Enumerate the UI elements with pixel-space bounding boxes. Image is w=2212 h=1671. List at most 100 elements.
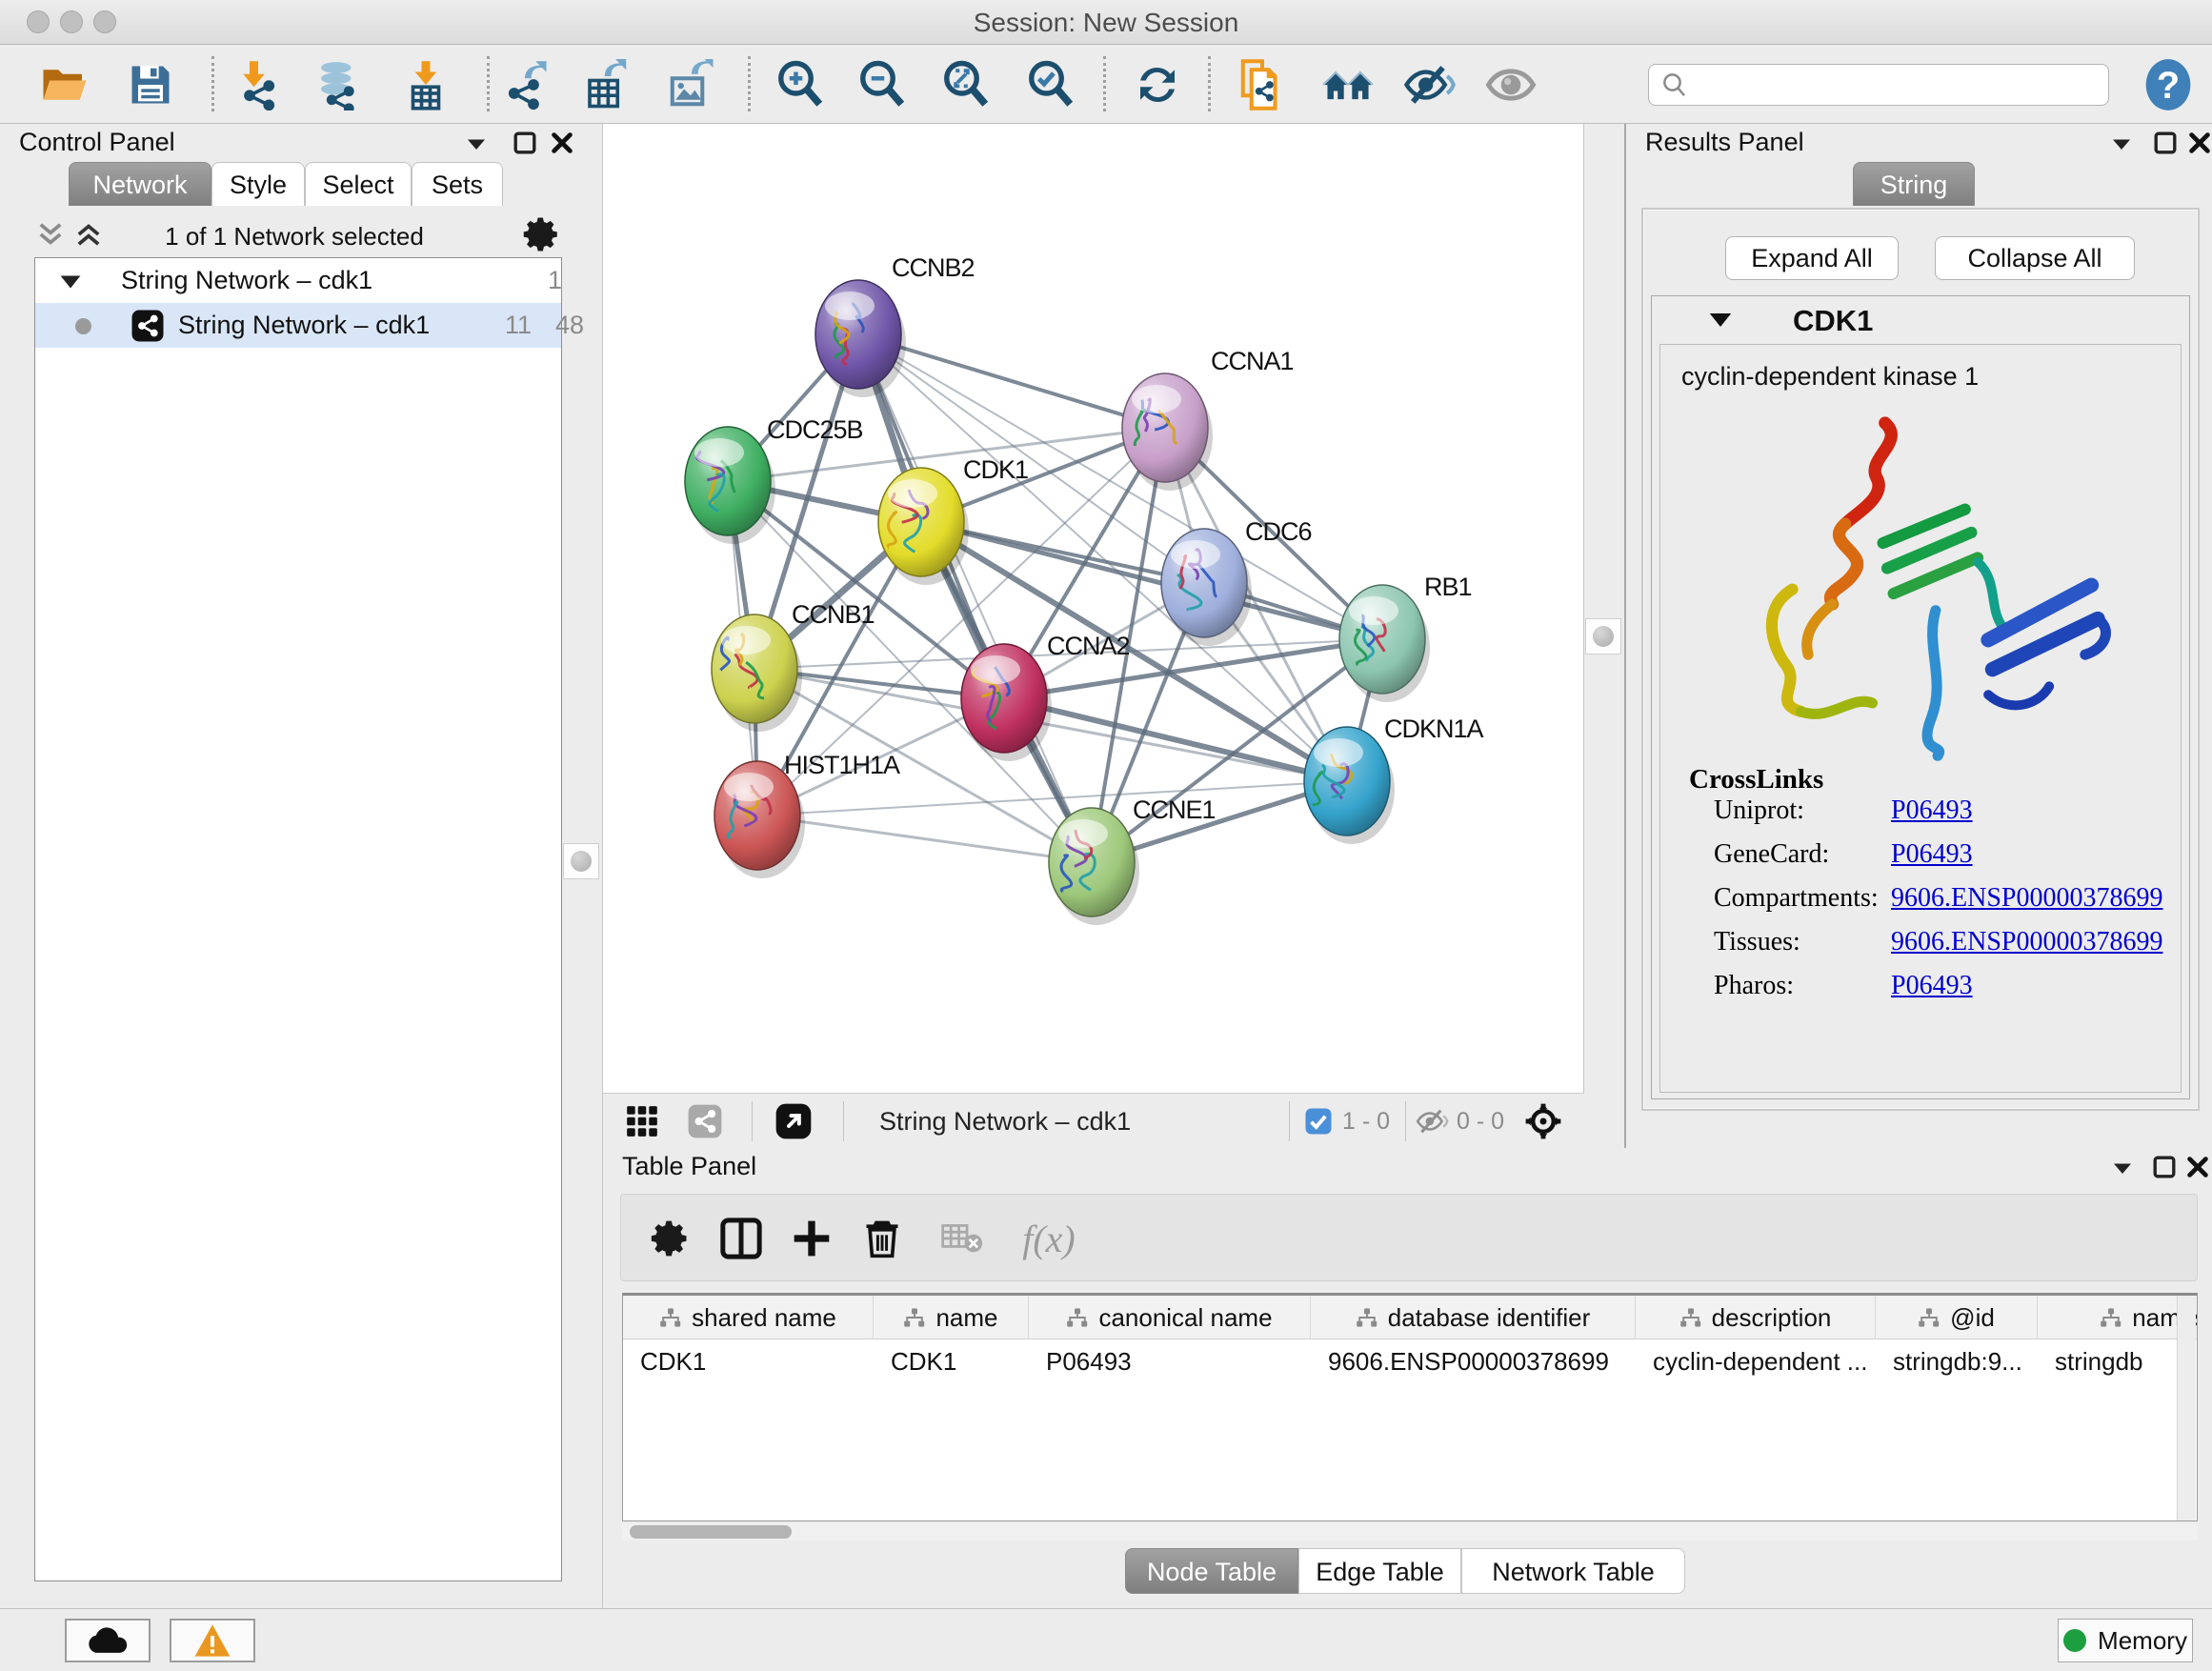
crosslink-link[interactable]: 9606.ENSP00000378699 xyxy=(1891,883,2162,914)
float-panel-icon[interactable] xyxy=(512,130,538,161)
clone-network-button[interactable] xyxy=(1236,58,1289,111)
edge-CCNB2-CCNE1[interactable] xyxy=(858,334,1092,862)
tab-network[interactable]: Network xyxy=(69,162,211,206)
import-table-button[interactable] xyxy=(399,58,452,111)
table-cell[interactable]: P06493 xyxy=(1046,1347,1132,1377)
expand-all-button[interactable]: Expand All xyxy=(1725,236,1899,280)
export-image-button[interactable] xyxy=(665,58,718,111)
node-CCNB1[interactable]: CCNB1 xyxy=(712,600,875,732)
node-CCNA2[interactable]: CCNA2 xyxy=(961,632,1130,761)
column-header-canonical-name[interactable]: canonical name xyxy=(1029,1296,1311,1339)
node-CDKN1A[interactable]: CDKN1A xyxy=(1304,715,1484,844)
node-HIST1H1A[interactable]: HIST1H1A xyxy=(714,751,900,878)
node-CCNE1[interactable]: CCNE1 xyxy=(1049,795,1216,925)
show-columns-button[interactable] xyxy=(714,1212,768,1265)
panel-menu-icon[interactable] xyxy=(2107,130,2136,163)
save-session-button[interactable] xyxy=(124,58,177,111)
table-cell[interactable]: cyclin-dependent ... xyxy=(1653,1347,1867,1377)
fit-selected-crosshair-button[interactable] xyxy=(1523,1101,1563,1146)
import-network-database-button[interactable] xyxy=(312,58,365,111)
table-horizontal-scrollbar[interactable] xyxy=(622,1523,2198,1540)
crosslink-link[interactable]: 9606.ENSP00000378699 xyxy=(1891,927,2162,957)
tab-style[interactable]: Style xyxy=(211,162,305,206)
hide-selected-button[interactable] xyxy=(1402,58,1456,111)
tab-string[interactable]: String xyxy=(1853,162,1975,206)
node-RB1[interactable]: RB1 xyxy=(1339,573,1472,702)
column-header-shared-name[interactable]: shared name xyxy=(623,1296,874,1339)
panel-menu-icon[interactable] xyxy=(462,130,491,163)
node-CDK1[interactable]: CDK1 xyxy=(878,455,1028,585)
function-builder-button[interactable]: f(x) xyxy=(1006,1212,1092,1265)
left-splitter-handle[interactable] xyxy=(563,843,599,879)
node-table[interactable]: shared namenamecanonical namedatabase id… xyxy=(622,1293,2198,1521)
column-header-database-identifier[interactable]: database identifier xyxy=(1311,1296,1636,1339)
column-header--id[interactable]: @id xyxy=(1876,1296,2038,1339)
tab-edge-table[interactable]: Edge Table xyxy=(1298,1548,1461,1594)
network-graph[interactable]: CCNB2CCNA1CDC25BCDK1CDC6RB1CCNB1CCNA2CDK… xyxy=(603,124,1583,1091)
close-panel-icon[interactable] xyxy=(549,130,575,161)
tab-node-table[interactable]: Node Table xyxy=(1125,1548,1298,1594)
float-panel-icon[interactable] xyxy=(2152,130,2179,161)
network-collection-row[interactable]: String Network – cdk1 1 xyxy=(35,258,561,303)
open-session-button[interactable] xyxy=(38,58,91,111)
delete-table-button[interactable] xyxy=(935,1212,989,1265)
table-cell[interactable]: CDK1 xyxy=(640,1347,706,1377)
cloud-button[interactable] xyxy=(65,1619,151,1662)
close-panel-icon[interactable] xyxy=(2186,130,2212,161)
column-header-name[interactable]: name xyxy=(874,1296,1029,1339)
export-table-button[interactable] xyxy=(580,58,633,111)
right-splitter-handle[interactable] xyxy=(1585,618,1621,654)
warnings-button[interactable] xyxy=(170,1619,255,1662)
table-cell[interactable]: CDK1 xyxy=(891,1347,956,1377)
selected-checkbox[interactable] xyxy=(1304,1107,1333,1140)
node-CCNB2[interactable]: CCNB2 xyxy=(815,253,975,397)
crosslink-link[interactable]: P06493 xyxy=(1891,839,1973,870)
hidden-eye-icon[interactable] xyxy=(1415,1105,1449,1142)
zoom-out-button[interactable] xyxy=(855,58,909,111)
close-panel-icon[interactable] xyxy=(2184,1154,2211,1185)
import-network-file-button[interactable] xyxy=(231,58,285,111)
panel-menu-icon[interactable] xyxy=(2108,1154,2137,1187)
zoom-selected-button[interactable] xyxy=(1024,58,1077,111)
refresh-button[interactable] xyxy=(1131,58,1184,111)
zoom-fit-button[interactable] xyxy=(939,58,993,111)
grid-view-button[interactable] xyxy=(624,1103,660,1144)
status-bar: Memory xyxy=(0,1608,2212,1671)
show-all-button[interactable] xyxy=(1484,58,1538,111)
float-panel-icon[interactable] xyxy=(2151,1154,2178,1185)
add-column-button[interactable] xyxy=(785,1212,838,1265)
edge-CCNE1-HIST1H1A[interactable] xyxy=(757,815,1092,862)
node-CDC6[interactable]: CDC6 xyxy=(1161,517,1312,646)
help-button[interactable]: ? xyxy=(2143,58,2193,111)
table-vertical-scrollbar[interactable] xyxy=(2177,1296,2196,1521)
collapse-all-button[interactable]: Collapse All xyxy=(1935,236,2135,280)
first-neighbors-button[interactable] xyxy=(1321,58,1375,111)
table-cell[interactable]: stringdb:9... xyxy=(1893,1347,2022,1377)
tab-select[interactable]: Select xyxy=(305,162,412,206)
scrollbar-thumb[interactable] xyxy=(630,1525,792,1539)
memory-button[interactable]: Memory xyxy=(2058,1619,2193,1662)
gear-icon[interactable] xyxy=(522,214,562,259)
table-row[interactable]: CDK1 CDK1 P06493 9606.ENSP00000378699 cyclin… xyxy=(623,1339,2198,1381)
search-input[interactable] xyxy=(1689,71,2089,99)
table-cell[interactable]: stringdb xyxy=(2055,1347,2143,1377)
zoom-in-button[interactable] xyxy=(774,58,827,111)
export-network-button[interactable] xyxy=(498,58,552,111)
string-view-button[interactable] xyxy=(687,1103,723,1144)
crosslink-link[interactable]: P06493 xyxy=(1891,971,1973,1001)
table-settings-button[interactable] xyxy=(644,1212,697,1265)
collapse-triangle-icon[interactable] xyxy=(1707,310,1734,331)
tab-network-table[interactable]: Network Table xyxy=(1461,1548,1685,1594)
table-cell[interactable]: 9606.ENSP00000378699 xyxy=(1328,1347,1609,1377)
collapse-triangle-icon[interactable] xyxy=(58,272,83,292)
tab-sets[interactable]: Sets xyxy=(412,162,503,206)
network-row[interactable]: String Network – cdk1 11 48 xyxy=(35,303,561,348)
open-in-window-button[interactable] xyxy=(774,1102,813,1145)
crosslink-link[interactable]: P06493 xyxy=(1891,795,1973,826)
edge-CDK1-RB1[interactable] xyxy=(921,522,1382,639)
delete-column-button[interactable] xyxy=(855,1212,909,1265)
column-header-description[interactable]: description xyxy=(1636,1296,1876,1339)
column-header-namespace[interactable]: namespace xyxy=(2038,1296,2198,1339)
network-canvas[interactable]: CCNB2CCNA1CDC25BCDK1CDC6RB1CCNB1CCNA2CDK… xyxy=(602,124,1584,1093)
node-CDC25B[interactable]: CDC25B xyxy=(685,415,863,544)
